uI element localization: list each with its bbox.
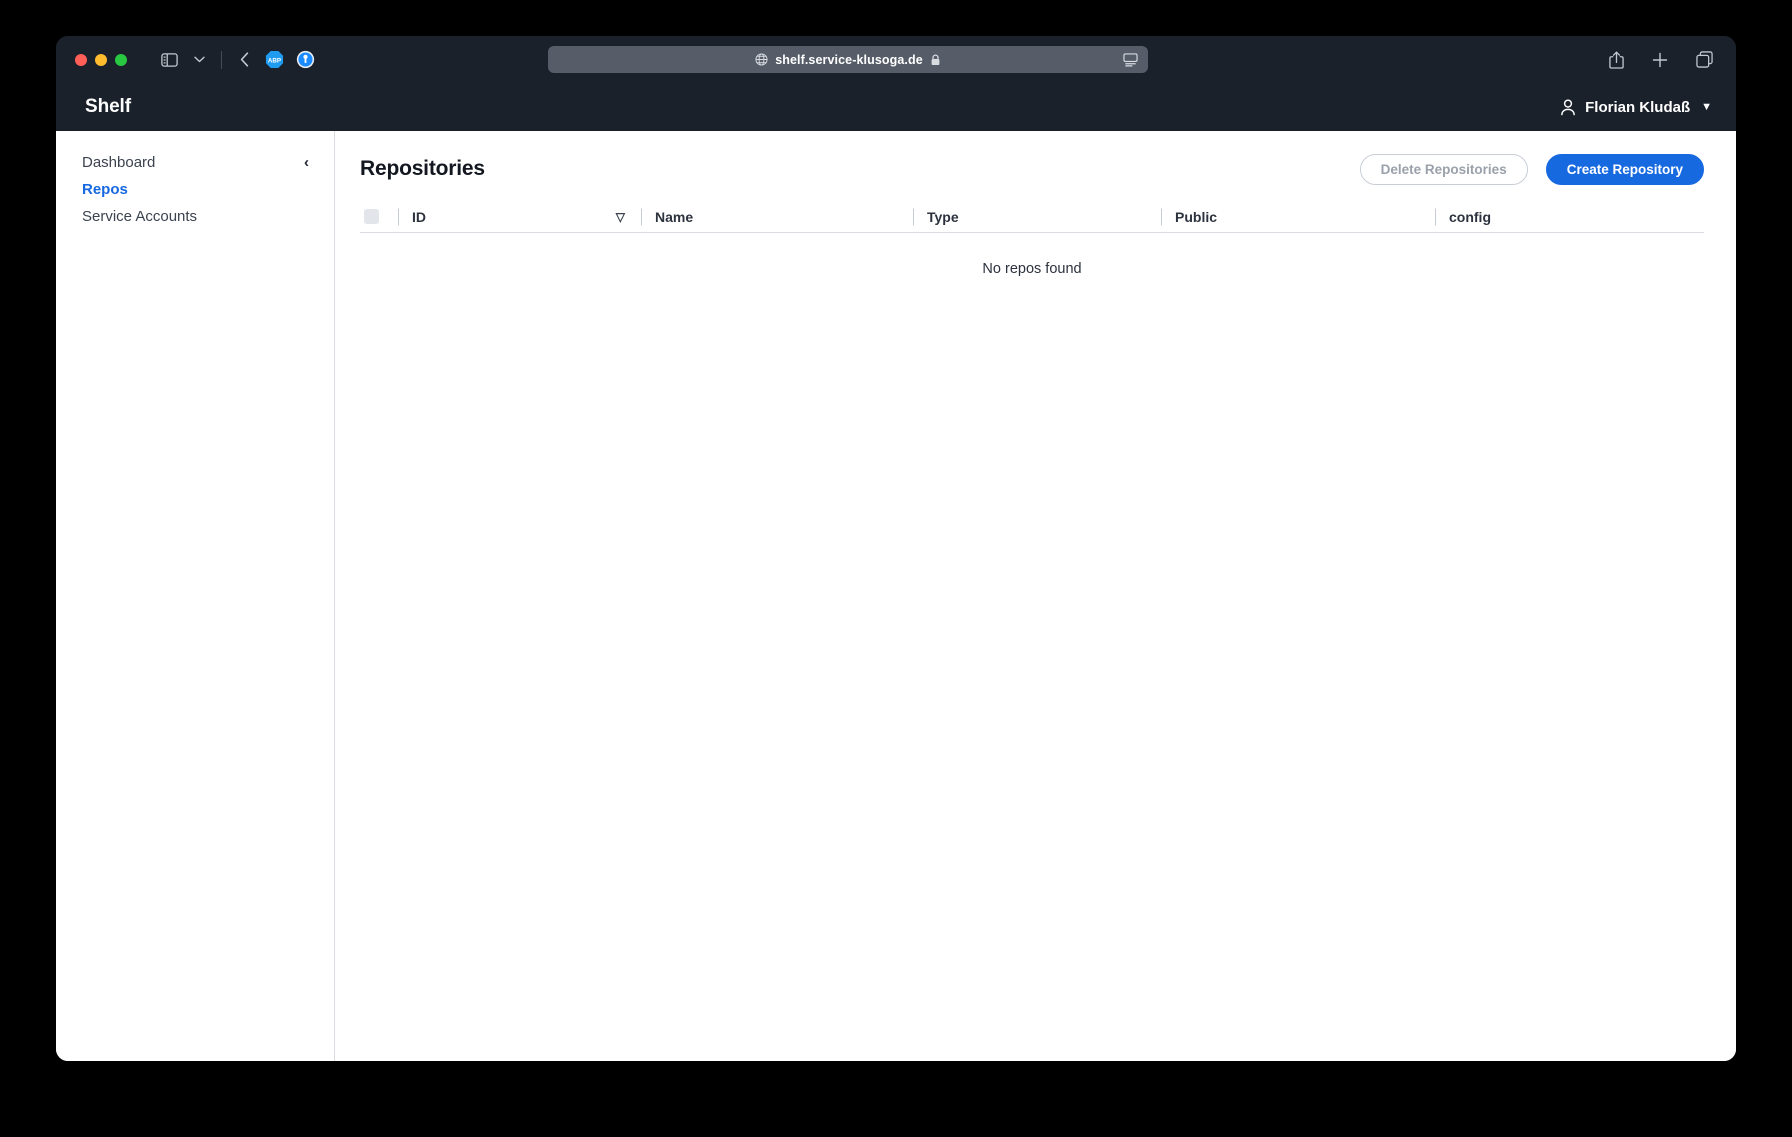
column-header-label: ID xyxy=(412,208,426,225)
minimize-window-button[interactable] xyxy=(95,53,107,66)
sort-descending-icon[interactable]: ▽ xyxy=(616,211,625,223)
chevron-down-icon[interactable] xyxy=(185,46,213,74)
column-divider xyxy=(641,208,642,225)
column-header-label: Public xyxy=(1175,208,1218,225)
browser-toolbar: ABP shelf.service-klusoga.de xyxy=(56,36,1736,83)
select-all-cell xyxy=(360,201,398,232)
toolbar-left-group: ABP xyxy=(155,46,320,74)
collapse-sidebar-icon[interactable]: ‹ xyxy=(304,155,309,170)
page-title: Repositories xyxy=(360,157,485,180)
new-tab-icon[interactable] xyxy=(1646,46,1674,74)
column-divider xyxy=(1161,208,1162,225)
user-name: Florian Kludaß xyxy=(1585,98,1691,116)
table-header-row: ID ▽ Name Type Public config xyxy=(360,201,1704,233)
sidebar-item-service-accounts[interactable]: Service Accounts xyxy=(56,203,334,230)
app-title: Shelf xyxy=(85,96,131,117)
lock-icon xyxy=(930,53,941,66)
select-all-checkbox[interactable] xyxy=(364,209,379,224)
sidebar-item-label: Dashboard xyxy=(82,154,156,171)
browser-window: ABP shelf.service-klusoga.de Shelf Flori… xyxy=(56,36,1736,1061)
svg-text:ABP: ABP xyxy=(268,58,281,65)
toolbar-right-group xyxy=(1602,36,1718,83)
main-content: Repositories Delete Repositories Create … xyxy=(335,131,1736,1061)
globe-icon xyxy=(755,53,768,66)
share-icon[interactable] xyxy=(1602,46,1630,74)
column-divider xyxy=(1435,208,1436,225)
column-divider xyxy=(913,208,914,225)
maximize-window-button[interactable] xyxy=(115,53,127,66)
repositories-table: ID ▽ Name Type Public config No repos fo… xyxy=(360,201,1704,277)
1password-icon[interactable] xyxy=(296,50,315,69)
sidebar-item-dashboard[interactable]: Dashboard ‹ xyxy=(56,149,334,176)
address-bar-content: shelf.service-klusoga.de xyxy=(755,53,941,67)
delete-repositories-button[interactable]: Delete Repositories xyxy=(1359,153,1528,185)
column-header-label: config xyxy=(1449,208,1491,225)
chevron-down-icon[interactable]: ▼ xyxy=(1701,101,1712,113)
close-window-button[interactable] xyxy=(75,53,87,66)
column-header-public[interactable]: Public xyxy=(1161,201,1435,232)
window-controls xyxy=(75,53,127,66)
column-header-id[interactable]: ID ▽ xyxy=(398,201,641,232)
sidebar-item-repos[interactable]: Repos xyxy=(56,176,334,203)
page-header: Repositories Delete Repositories Create … xyxy=(360,151,1704,187)
address-bar[interactable]: shelf.service-klusoga.de xyxy=(548,46,1148,73)
url-text: shelf.service-klusoga.de xyxy=(775,52,923,67)
sidebar-item-label: Repos xyxy=(82,181,128,198)
create-repository-button[interactable]: Create Repository xyxy=(1545,153,1704,185)
column-header-label: Type xyxy=(927,208,959,225)
reader-view-icon[interactable] xyxy=(1123,52,1138,67)
user-menu[interactable]: Florian Kludaß ▼ xyxy=(1560,99,1712,116)
sidebar-icon[interactable] xyxy=(155,46,183,74)
person-icon xyxy=(1560,98,1576,116)
column-header-label: Name xyxy=(655,208,694,225)
sidebar-item-label: Service Accounts xyxy=(82,208,198,225)
toolbar-divider xyxy=(221,50,222,69)
page-actions: Delete Repositories Create Repository xyxy=(1359,153,1704,185)
column-header-type[interactable]: Type xyxy=(913,201,1161,232)
back-chevron-icon[interactable] xyxy=(230,46,258,74)
adblock-plus-icon[interactable]: ABP xyxy=(265,50,284,69)
sidebar: Dashboard ‹ Repos Service Accounts xyxy=(56,131,335,1061)
column-header-config[interactable]: config xyxy=(1435,201,1704,232)
app-body: Dashboard ‹ Repos Service Accounts Repos… xyxy=(56,131,1736,1061)
empty-state-message: No repos found xyxy=(982,261,1082,277)
column-header-name[interactable]: Name xyxy=(641,201,913,232)
app-header: Shelf Florian Kludaß ▼ xyxy=(56,83,1736,131)
column-divider xyxy=(398,208,399,225)
tab-overview-icon[interactable] xyxy=(1690,46,1718,74)
